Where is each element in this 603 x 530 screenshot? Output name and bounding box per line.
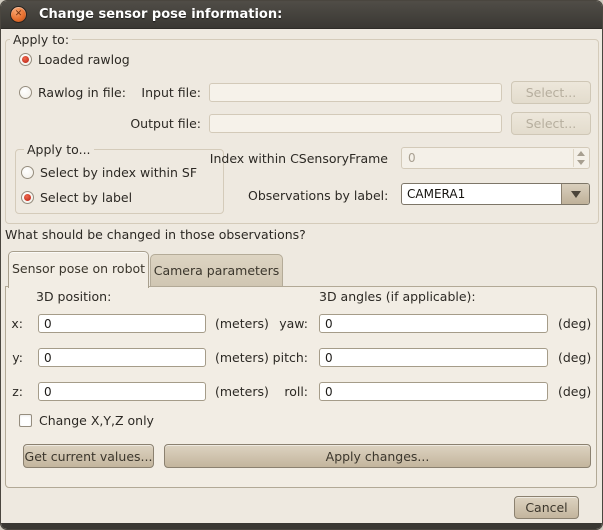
observations-by-label-value: CAMERA1 [407, 184, 465, 204]
z-position-input[interactable] [38, 382, 206, 401]
y-label: y: [3, 350, 23, 365]
input-file-field[interactable] [209, 83, 502, 102]
select-input-file-button[interactable]: Select... [511, 81, 591, 104]
roll-label: roll: [258, 384, 308, 399]
output-file-label: Output file: [121, 116, 201, 131]
select-output-file-button[interactable]: Select... [511, 112, 591, 135]
tab-camera-parameters[interactable]: Camera parameters [150, 254, 283, 287]
observations-by-label-label: Observations by label: [248, 188, 388, 203]
question-label: What should be changed in those observat… [5, 227, 306, 242]
position-heading: 3D position: [36, 289, 111, 304]
spinner-up-icon[interactable] [577, 151, 585, 156]
roll-input[interactable] [319, 382, 548, 401]
y-position-input[interactable] [38, 348, 206, 367]
pitch-unit-label: (deg) [558, 350, 591, 365]
tab-sensor-pose[interactable]: Sensor pose on robot [8, 251, 149, 288]
observations-by-label-combo[interactable]: CAMERA1 [401, 183, 590, 205]
output-file-field[interactable] [209, 114, 502, 133]
window-bottom-border [1, 523, 602, 529]
apply-to-inner-frame-label: Apply to... [24, 142, 94, 157]
titlebar[interactable]: ✕ Change sensor pose information: [1, 1, 602, 29]
loaded-rawlog-radio-label[interactable]: Loaded rawlog [38, 52, 130, 67]
cancel-button[interactable]: Cancel [514, 496, 579, 519]
z-label: z: [3, 384, 23, 399]
window-title: Change sensor pose information: [39, 1, 282, 28]
get-current-values-button[interactable]: Get current values... [23, 444, 154, 468]
rawlog-in-file-radio[interactable] [19, 86, 32, 99]
change-xyz-only-label[interactable]: Change X,Y,Z only [39, 413, 154, 428]
select-by-label-radio-label[interactable]: Select by label [40, 190, 132, 205]
index-within-sf-value: 0 [408, 148, 416, 168]
index-within-sf-label: Index within CSensoryFrame [208, 151, 388, 166]
angles-heading: 3D angles (if applicable): [319, 289, 476, 304]
x-label: x: [3, 316, 23, 331]
select-by-label-radio[interactable] [21, 191, 34, 204]
rawlog-in-file-radio-label[interactable]: Rawlog in file: [38, 85, 126, 100]
input-file-label: Input file: [121, 85, 201, 100]
yaw-unit-label: (deg) [558, 316, 591, 331]
spinner-arrows[interactable] [573, 149, 588, 167]
chevron-down-icon [571, 191, 581, 198]
select-by-index-radio[interactable] [21, 166, 34, 179]
apply-changes-button[interactable]: Apply changes... [164, 444, 591, 468]
yaw-label: yaw: [258, 316, 308, 331]
close-icon[interactable]: ✕ [10, 6, 27, 23]
combo-drop-button[interactable] [561, 184, 589, 204]
change-sensor-pose-dialog: ✕ Change sensor pose information: Apply … [0, 0, 603, 530]
x-position-input[interactable] [38, 314, 206, 333]
spinner-down-icon[interactable] [577, 160, 585, 165]
pitch-label: pitch: [258, 350, 308, 365]
select-by-index-radio-label[interactable]: Select by index within SF [40, 165, 197, 180]
index-within-sf-spinner[interactable]: 0 [401, 147, 590, 169]
roll-unit-label: (deg) [558, 384, 591, 399]
pitch-input[interactable] [319, 348, 548, 367]
apply-to-frame-label: Apply to: [10, 32, 72, 47]
loaded-rawlog-radio[interactable] [19, 53, 32, 66]
yaw-input[interactable] [319, 314, 548, 333]
change-xyz-only-checkbox[interactable] [19, 414, 32, 427]
